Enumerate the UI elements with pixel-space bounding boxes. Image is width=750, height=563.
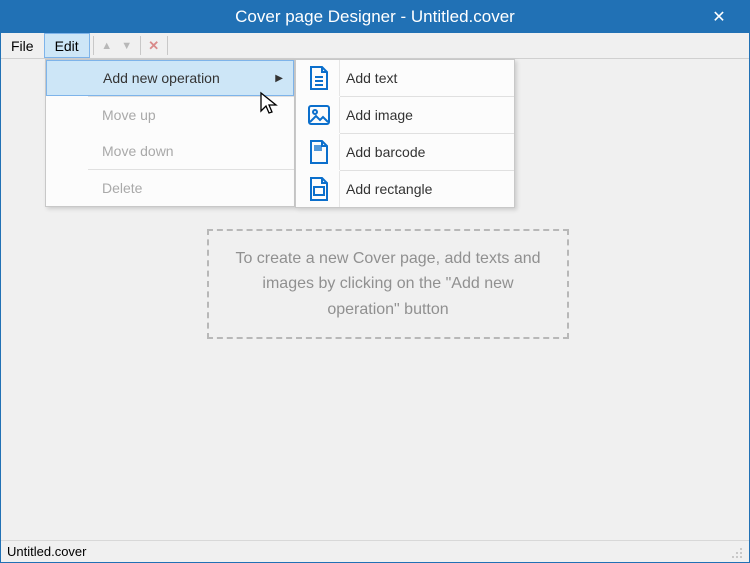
submenu-arrow-icon: ▶ [275,73,283,84]
separator [140,36,141,55]
edit-dropdown: Add new operation ▶ Move up Move down De… [45,59,295,207]
close-button[interactable]: ✕ [699,1,739,33]
window-title: Cover page Designer - Untitled.cover [235,7,515,27]
delete-button[interactable]: ✕ [144,33,164,58]
resize-grip-icon[interactable] [729,545,743,559]
menu-add-new-operation[interactable]: Add new operation ▶ [46,60,294,96]
menu-add-text[interactable]: Add text [296,60,514,96]
close-icon: ✕ [712,7,725,27]
add-operation-submenu: Add text Add image Add barcode [295,59,515,208]
menu-bar: File Edit ▲ ▼ ✕ [1,33,749,59]
menu-add-rectangle[interactable]: Add rectangle [296,171,514,207]
menu-move-down[interactable]: Move down [46,133,294,169]
triangle-up-icon: ▲ [101,40,112,52]
menu-file[interactable]: File [1,33,44,58]
menu-add-barcode[interactable]: Add barcode [296,134,514,170]
x-icon: ✕ [148,38,159,54]
menu-add-image[interactable]: Add image [296,97,514,133]
menu-delete[interactable]: Delete [46,170,294,206]
app-window: Cover page Designer - Untitled.cover ✕ F… [0,0,750,563]
image-icon [298,97,340,133]
separator [93,36,94,55]
separator [167,36,168,55]
move-down-button[interactable]: ▼ [117,33,137,58]
title-bar: Cover page Designer - Untitled.cover ✕ [1,1,749,33]
status-filename: Untitled.cover [7,544,86,559]
triangle-down-icon: ▼ [121,40,132,52]
status-bar: Untitled.cover [1,540,749,562]
empty-placeholder: To create a new Cover page, add texts an… [207,229,569,339]
menu-move-up[interactable]: Move up [46,97,294,133]
menu-edit[interactable]: Edit [44,33,90,58]
barcode-icon [298,134,340,170]
text-document-icon [298,60,340,96]
work-area: To create a new Cover page, add texts an… [1,59,749,540]
move-up-button[interactable]: ▲ [97,33,117,58]
rectangle-icon [298,171,340,207]
